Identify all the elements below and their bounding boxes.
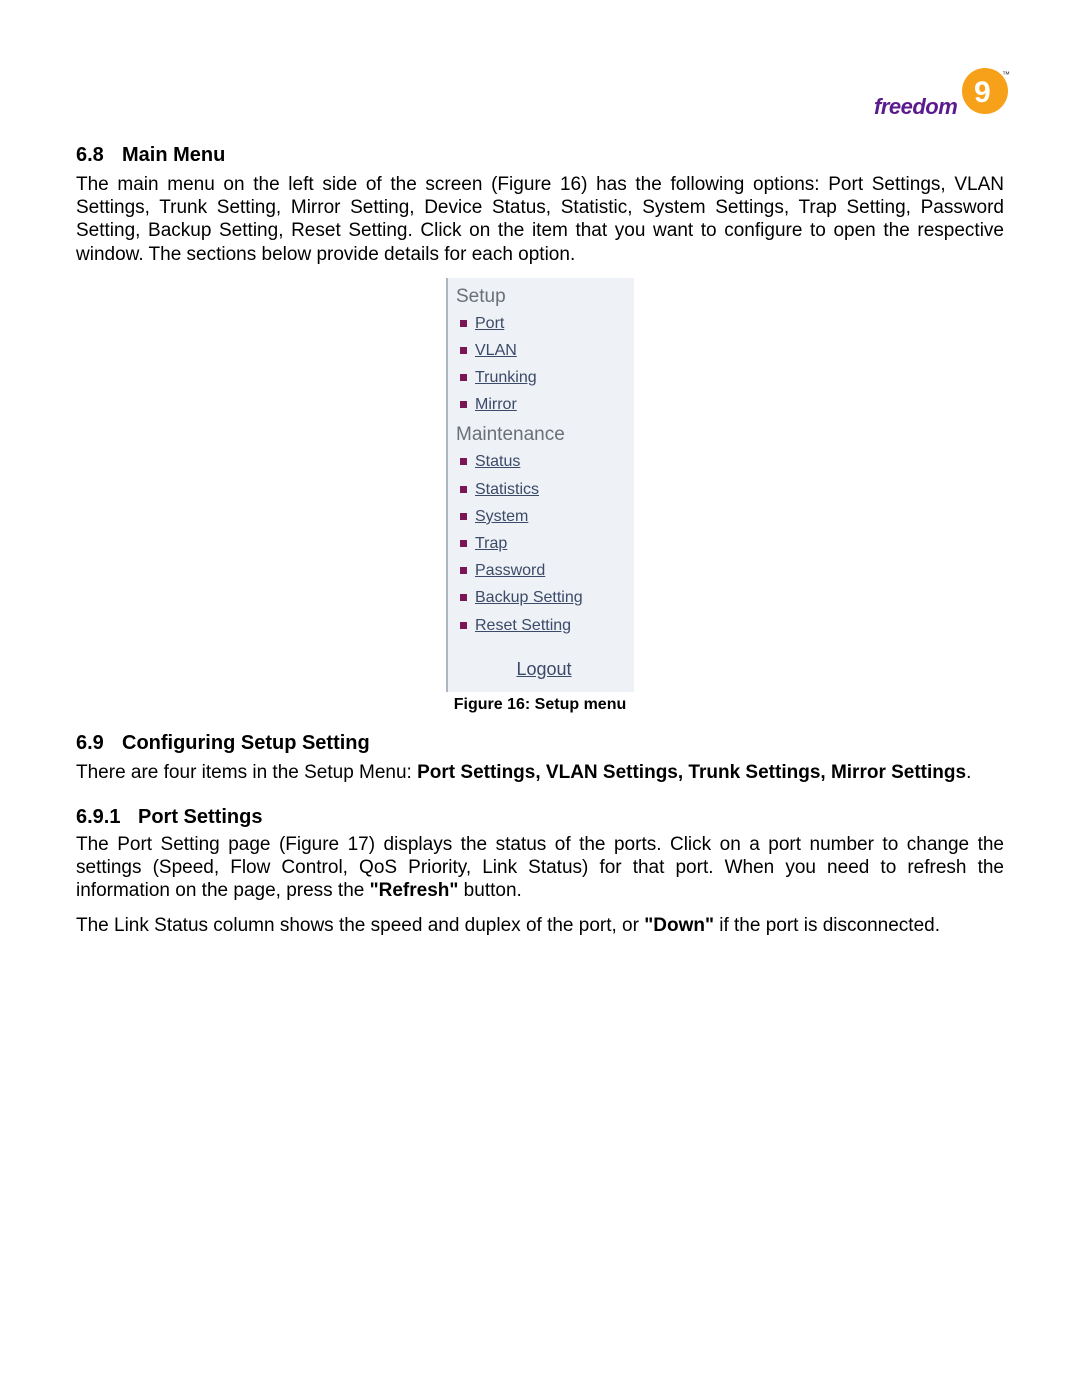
heading-6-8: 6.8Main Menu — [76, 144, 1004, 167]
menu-item-system[interactable]: System — [454, 503, 634, 530]
bullet-icon — [460, 567, 467, 574]
para-6-9-1-b: The Link Status column shows the speed a… — [76, 914, 1004, 937]
document-page: freedom 9 ™ 6.8Main Menu The main menu o… — [0, 0, 1080, 1397]
menu-item-port[interactable]: Port — [454, 310, 634, 337]
menu-item-trap[interactable]: Trap — [454, 530, 634, 557]
bullet-icon — [460, 486, 467, 493]
bullet-icon — [460, 594, 467, 601]
bullet-icon — [460, 540, 467, 547]
menu-item-backup[interactable]: Backup Setting — [454, 584, 634, 611]
menu-item-vlan[interactable]: VLAN — [454, 337, 634, 364]
bullet-icon — [460, 401, 467, 408]
para-6-8: The main menu on the left side of the sc… — [76, 173, 1004, 266]
setup-header: Setup — [454, 284, 634, 310]
maintenance-header: Maintenance — [454, 422, 634, 448]
menu-item-password[interactable]: Password — [454, 557, 634, 584]
para-6-9: There are four items in the Setup Menu: … — [76, 761, 1004, 784]
menu-item-trunking[interactable]: Trunking — [454, 364, 634, 391]
menu-item-statistics[interactable]: Statistics — [454, 476, 634, 503]
para-6-9-1-a: The Port Setting page (Figure 17) displa… — [76, 833, 1004, 903]
brand-wordmark: freedom — [874, 94, 957, 120]
setup-list: Port VLAN Trunking Mirror — [454, 310, 634, 419]
figure-16: Setup Port VLAN Trunking Mirror Maintena… — [76, 278, 1004, 692]
menu-item-mirror[interactable]: Mirror — [454, 391, 634, 418]
brand-logo: freedom 9 ™ — [874, 66, 1004, 136]
figure-16-caption: Figure 16: Setup menu — [76, 696, 1004, 714]
maintenance-list: Status Statistics System Trap Password B… — [454, 448, 634, 638]
logout-link[interactable]: Logout — [516, 659, 571, 679]
trademark-symbol: ™ — [1002, 70, 1010, 79]
menu-item-reset[interactable]: Reset Setting — [454, 612, 634, 639]
bullet-icon — [460, 320, 467, 327]
logout-row: Logout — [454, 643, 634, 680]
bullet-icon — [460, 374, 467, 381]
heading-6-9-1: 6.9.1Port Settings — [76, 806, 1004, 829]
bullet-icon — [460, 347, 467, 354]
bullet-icon — [460, 513, 467, 520]
bullet-icon — [460, 458, 467, 465]
bullet-icon — [460, 622, 467, 629]
menu-item-status[interactable]: Status — [454, 448, 634, 475]
heading-6-9: 6.9Configuring Setup Setting — [76, 732, 1004, 755]
setup-menu-panel: Setup Port VLAN Trunking Mirror Maintena… — [446, 278, 634, 692]
